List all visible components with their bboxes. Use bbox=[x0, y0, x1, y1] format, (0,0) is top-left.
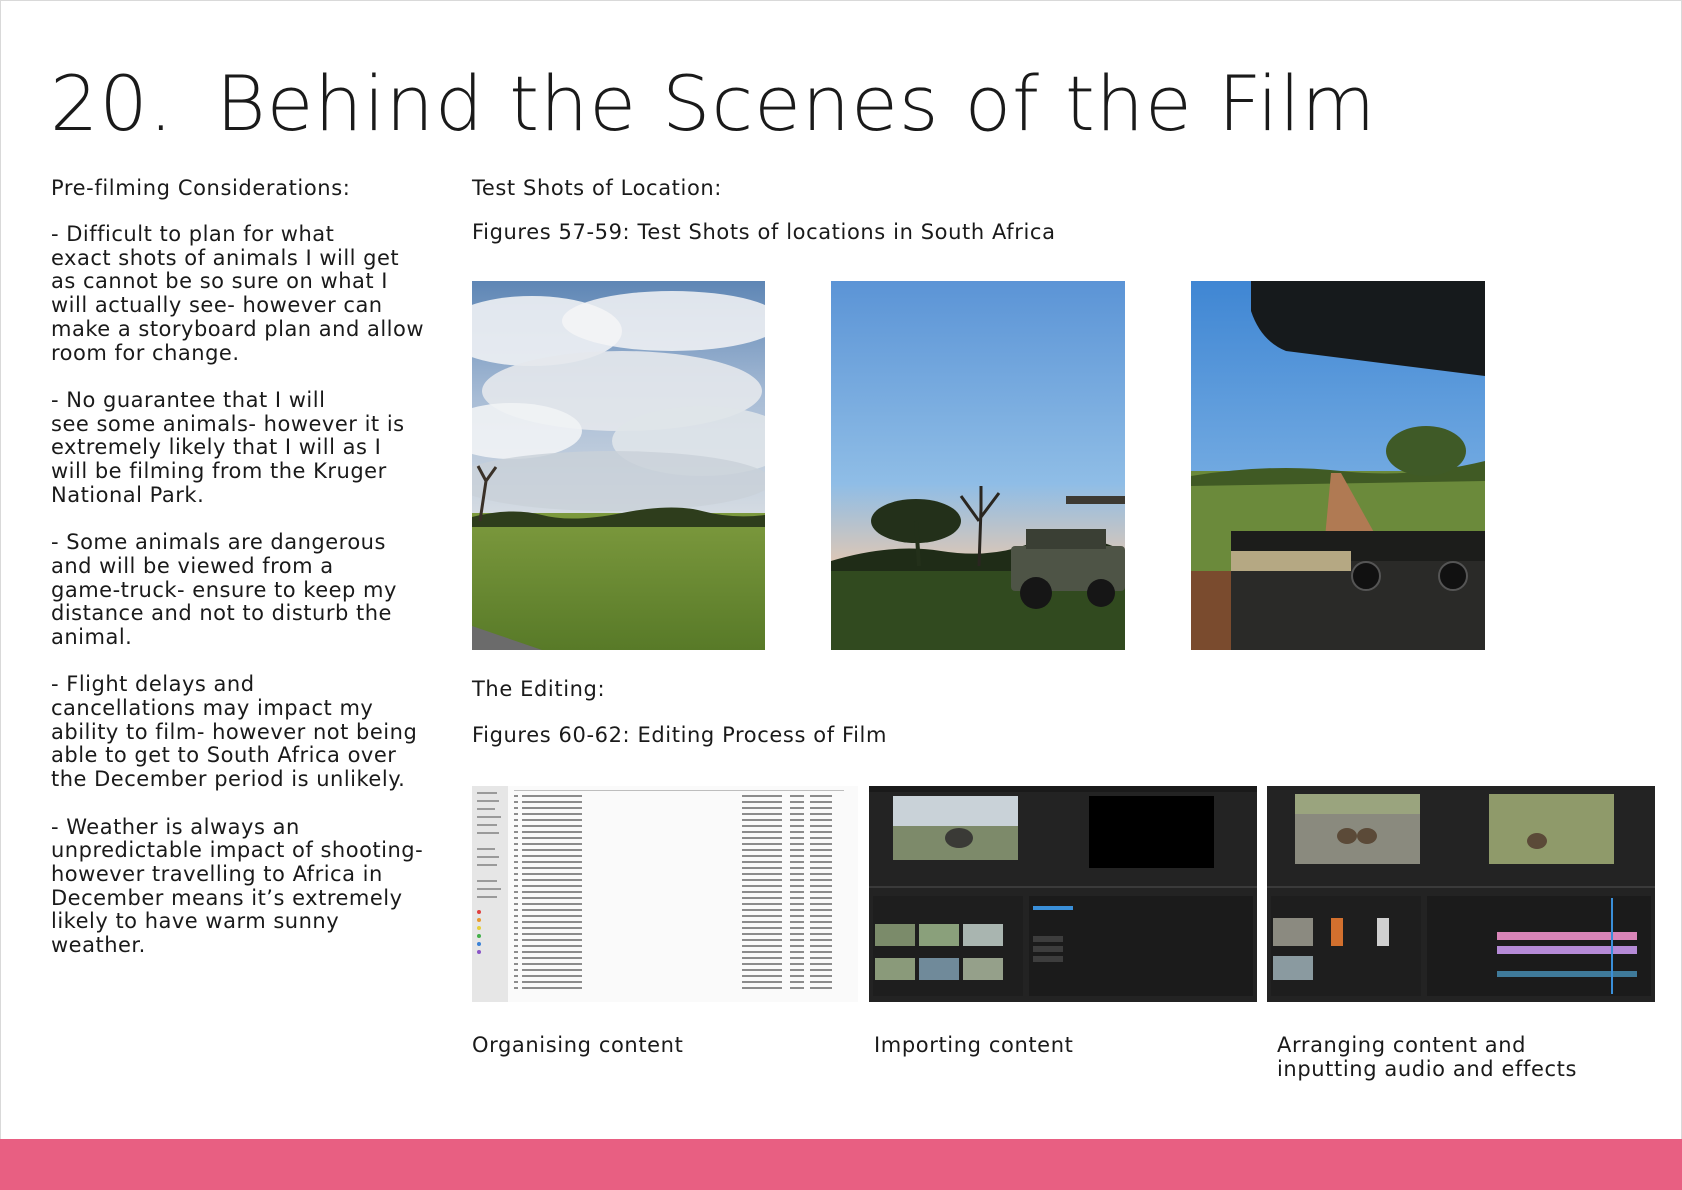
editing-caption-arranging: Arranging content and inputting audio an… bbox=[1277, 1033, 1577, 1081]
page-title-text: Behind the Scenes of the Film bbox=[215, 59, 1377, 148]
consideration-item: - Some animals are dangerous and will be… bbox=[51, 530, 397, 649]
page-title: 20. Behind the Scenes of the Film bbox=[50, 56, 1376, 152]
editing-heading: The Editing: bbox=[472, 677, 606, 701]
consideration-item: - Difficult to plan for what exact shots… bbox=[51, 222, 425, 365]
location-figures-caption: Figures 57-59: Test Shots of locations i… bbox=[472, 220, 1056, 244]
editing-caption-importing: Importing content bbox=[874, 1033, 1074, 1057]
grassland-photo-image bbox=[472, 281, 765, 650]
editing-figures-caption: Figures 60-62: Editing Process of Film bbox=[472, 723, 888, 747]
file-list-screenshot-image bbox=[472, 786, 844, 1002]
importing-screenshot-image bbox=[869, 786, 1257, 1002]
footer-bar bbox=[0, 1139, 1682, 1190]
editing-screenshot-file-list bbox=[472, 786, 858, 1002]
location-photo-vehicle-view bbox=[1191, 281, 1485, 650]
considerations-heading: Pre-filming Considerations: bbox=[51, 176, 351, 200]
editing-screenshot-importing bbox=[869, 786, 1257, 1002]
arranging-screenshot-image bbox=[1267, 786, 1655, 1002]
editing-screenshot-arranging bbox=[1267, 786, 1655, 1002]
vehicle-view-photo-image bbox=[1191, 281, 1485, 650]
editing-caption-organising: Organising content bbox=[472, 1033, 684, 1057]
location-photo-grassland bbox=[472, 281, 765, 650]
consideration-item: - Weather is always an unpredictable imp… bbox=[51, 814, 424, 958]
location-heading: Test Shots of Location: bbox=[472, 176, 722, 200]
consideration-item: - No guarantee that I will see some anim… bbox=[51, 387, 405, 507]
considerations-list: - Difficult to plan for what exact shots… bbox=[51, 222, 431, 981]
location-photo-sunset bbox=[831, 281, 1125, 650]
consideration-item: - Flight delays and cancellations may im… bbox=[51, 672, 418, 792]
page-number: 20. bbox=[50, 59, 174, 148]
sunset-photo-image bbox=[831, 281, 1125, 650]
